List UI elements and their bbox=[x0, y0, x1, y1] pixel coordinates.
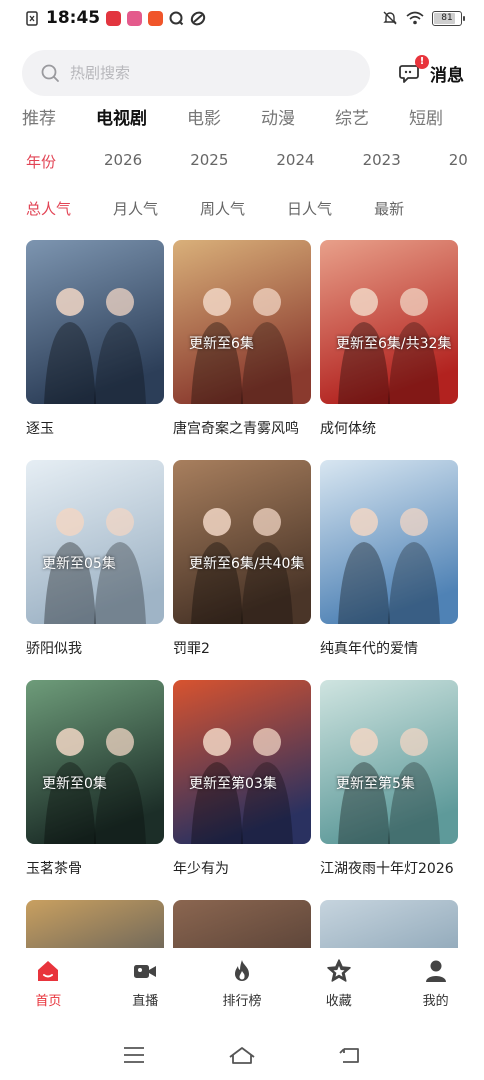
search-input[interactable] bbox=[70, 64, 330, 82]
show-poster bbox=[320, 900, 458, 948]
app-icon-orange bbox=[148, 10, 164, 26]
clock: 18:45 bbox=[46, 8, 101, 28]
show-card[interactable] bbox=[173, 900, 311, 948]
search-icon bbox=[41, 64, 59, 82]
show-poster bbox=[26, 240, 164, 404]
back-icon[interactable] bbox=[335, 1043, 365, 1067]
show-card[interactable]: 更新至第03集 年少有为 bbox=[173, 680, 311, 878]
link-app-icon bbox=[190, 11, 206, 25]
year-filter-2025[interactable]: 2025 bbox=[190, 151, 228, 175]
show-poster bbox=[173, 900, 311, 948]
show-poster: 更新至0集 bbox=[26, 680, 164, 844]
tab-movies[interactable]: 电影 bbox=[187, 104, 221, 136]
show-card[interactable] bbox=[26, 900, 164, 948]
update-status: 更新至6集/共40集 bbox=[189, 556, 305, 572]
messages-label: 消息 bbox=[430, 65, 464, 86]
show-grid: 逐玉 更新至6集 唐宫奇案之青雾风鸣 更新至6集/共32集 成何体统 更新至05… bbox=[26, 240, 458, 948]
nav-home[interactable]: 首页 bbox=[0, 948, 97, 1018]
year-filter-more[interactable]: 20 bbox=[449, 151, 468, 175]
sort-daily-popularity[interactable]: 日人气 bbox=[287, 198, 332, 222]
show-title: 成何体统 bbox=[320, 421, 376, 437]
year-filter-2024[interactable]: 2024 bbox=[276, 151, 314, 175]
show-title: 年少有为 bbox=[173, 861, 229, 877]
year-filter-2023[interactable]: 2023 bbox=[363, 151, 401, 175]
update-status: 更新至6集/共32集 bbox=[336, 336, 452, 352]
show-title: 纯真年代的爱情 bbox=[320, 641, 418, 657]
tab-tv-series[interactable]: 电视剧 bbox=[96, 104, 147, 136]
show-title: 江湖夜雨十年灯2026 bbox=[320, 861, 454, 877]
show-card[interactable]: 更新至6集 唐宫奇案之青雾风鸣 bbox=[173, 240, 311, 438]
show-poster bbox=[320, 460, 458, 624]
profile-icon bbox=[425, 960, 446, 982]
year-filter-all[interactable]: 年份 bbox=[26, 151, 56, 175]
search-bar[interactable] bbox=[22, 50, 370, 96]
flame-icon bbox=[234, 960, 249, 981]
show-card[interactable]: 更新至0集 玉茗茶骨 bbox=[26, 680, 164, 878]
video-camera-icon bbox=[134, 965, 157, 978]
mute-bell-icon bbox=[383, 11, 397, 25]
update-status: 更新至6集 bbox=[189, 336, 254, 352]
tab-variety[interactable]: 综艺 bbox=[335, 104, 369, 136]
year-filter-2026[interactable]: 2026 bbox=[104, 151, 142, 175]
home-nav-icon[interactable] bbox=[227, 1043, 257, 1067]
show-title: 罚罪2 bbox=[173, 641, 210, 657]
sort-filter: 总人气 月人气 周人气 日人气 最新 bbox=[26, 198, 484, 222]
show-title: 骄阳似我 bbox=[26, 641, 82, 657]
tab-anime[interactable]: 动漫 bbox=[261, 104, 295, 136]
update-status: 更新至第5集 bbox=[336, 776, 415, 792]
year-filter: 年份 2026 2025 2024 2023 20 bbox=[26, 151, 484, 175]
nav-favorites[interactable]: 收藏 bbox=[290, 948, 387, 1018]
show-card[interactable]: 更新至第5集 江湖夜雨十年灯2026 bbox=[320, 680, 458, 878]
show-poster: 更新至6集 bbox=[173, 240, 311, 404]
status-bar: 18:45 81 bbox=[0, 0, 484, 36]
update-status: 更新至05集 bbox=[42, 556, 116, 572]
sort-weekly-popularity[interactable]: 周人气 bbox=[200, 198, 245, 222]
show-poster: 更新至第5集 bbox=[320, 680, 458, 844]
message-icon: ! bbox=[398, 55, 429, 85]
sort-latest[interactable]: 最新 bbox=[374, 198, 404, 222]
show-poster: 更新至第03集 bbox=[173, 680, 311, 844]
show-poster: 更新至05集 bbox=[26, 460, 164, 624]
tab-short-drama[interactable]: 短剧 bbox=[409, 104, 443, 136]
menu-icon[interactable] bbox=[119, 1043, 149, 1067]
home-icon bbox=[38, 961, 59, 981]
show-card[interactable] bbox=[320, 900, 458, 948]
sort-total-popularity[interactable]: 总人气 bbox=[26, 198, 71, 222]
update-status: 更新至0集 bbox=[42, 776, 107, 792]
tab-recommend[interactable]: 推荐 bbox=[22, 104, 56, 136]
nav-live[interactable]: 直播 bbox=[97, 948, 194, 1018]
show-title: 唐宫奇案之青雾风鸣 bbox=[173, 421, 299, 437]
sort-monthly-popularity[interactable]: 月人气 bbox=[113, 198, 158, 222]
q-app-icon bbox=[169, 11, 184, 25]
category-tabs: 推荐 电视剧 电影 动漫 综艺 短剧 bbox=[22, 104, 484, 136]
update-status: 更新至第03集 bbox=[189, 776, 277, 792]
wifi-icon bbox=[406, 11, 424, 25]
nav-ranking[interactable]: 排行榜 bbox=[194, 948, 291, 1018]
show-card[interactable]: 更新至6集/共40集 罚罪2 bbox=[173, 460, 311, 658]
battery-icon: 81 bbox=[432, 10, 465, 26]
show-card[interactable]: 更新至6集/共32集 成何体统 bbox=[320, 240, 458, 438]
show-title: 逐玉 bbox=[26, 421, 54, 437]
messages-button[interactable]: ! 消息 bbox=[398, 55, 464, 86]
app-icon-pink bbox=[127, 10, 143, 26]
message-badge: ! bbox=[415, 55, 429, 69]
show-poster bbox=[26, 900, 164, 948]
nav-profile[interactable]: 我的 bbox=[387, 948, 484, 1018]
system-nav-bar bbox=[0, 1030, 484, 1080]
show-card[interactable]: 逐玉 bbox=[26, 240, 164, 438]
show-card[interactable]: 纯真年代的爱情 bbox=[320, 460, 458, 658]
app-icon-red bbox=[106, 10, 122, 26]
search-row: ! 消息 bbox=[22, 50, 464, 96]
show-card[interactable]: 更新至05集 骄阳似我 bbox=[26, 460, 164, 658]
show-poster: 更新至6集/共32集 bbox=[320, 240, 458, 404]
bottom-nav: 首页 直播 排行榜 收藏 我的 bbox=[0, 948, 484, 1018]
show-title: 玉茗茶骨 bbox=[26, 861, 82, 877]
show-poster: 更新至6集/共40集 bbox=[173, 460, 311, 624]
star-icon bbox=[327, 959, 351, 982]
sim-icon bbox=[26, 10, 38, 26]
